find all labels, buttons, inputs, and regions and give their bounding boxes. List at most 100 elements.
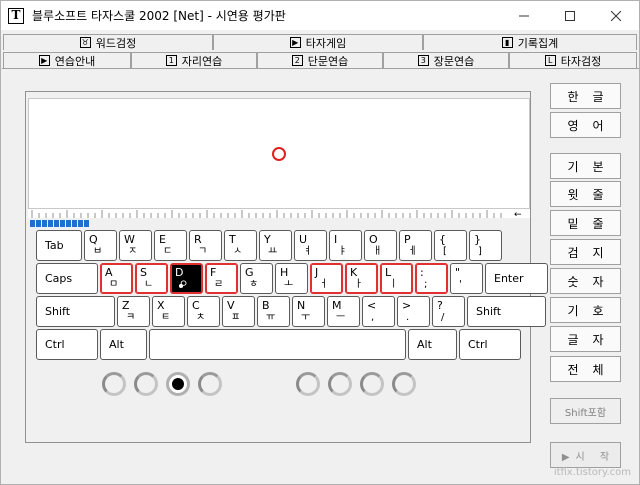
key-label-ko: ] [478, 246, 482, 257]
tab-short-practice[interactable]: 2 단문연습 [257, 52, 383, 68]
key-f: Fㄹ [205, 263, 238, 294]
tab-label: 단문연습 [307, 54, 349, 68]
progress-segment [42, 220, 47, 227]
key-label: Alt [109, 338, 124, 351]
key-a: Aㅁ [100, 263, 133, 294]
tab-short-practice-icon: 2 [291, 55, 303, 66]
alt-key: Alt [408, 329, 457, 360]
tab-label: 장문연습 [433, 54, 475, 68]
tab-position-practice-icon: 1 [165, 55, 177, 66]
app-icon: T [8, 7, 24, 24]
tab-long-practice[interactable]: 3 장문연습 [383, 52, 509, 68]
key-label-en: I [334, 233, 338, 246]
key-m: Mㅡ [327, 296, 360, 327]
key-label: Tab [45, 239, 64, 252]
ruler: ← [28, 209, 530, 218]
tab-position-practice[interactable]: 1 자리연습 [131, 52, 257, 68]
key-e: Eㄷ [154, 230, 187, 261]
symbol-button[interactable]: 기호 [550, 297, 621, 323]
letter-button[interactable]: 글자 [550, 326, 621, 352]
ctrl-key: Ctrl [36, 329, 98, 360]
tab-row-bottom: ▶ 연습안내 1 자리연습 2 단문연습 3 장문연습 L 타자검정 [3, 52, 637, 68]
key-k: Kㅏ [345, 263, 378, 294]
tab-long-practice-icon: 3 [417, 55, 429, 66]
start-button[interactable]: ▶시 작 [550, 442, 621, 468]
tab-word-test[interactable]: ♉ 워드검정 [3, 34, 213, 50]
top-row-button[interactable]: 윗줄 [550, 181, 621, 207]
key-r: Rㄱ [189, 230, 222, 261]
key-g: Gㅎ [240, 263, 273, 294]
tab-typing-game-icon: ▶ [289, 37, 301, 48]
key-label-ko: ㅜ [301, 312, 311, 323]
tab-label: 연습안내 [54, 54, 96, 68]
key-symbol: " ' [450, 263, 483, 294]
tab-typing-game[interactable]: ▶ 타자게임 [213, 34, 423, 50]
key-t: Tㅅ [224, 230, 257, 261]
maximize-button[interactable] [547, 1, 593, 30]
tab-label: 타자검정 [560, 54, 602, 68]
key-s: Sㄴ [135, 263, 168, 294]
text-display [28, 98, 530, 209]
key-label: Alt [417, 338, 432, 351]
key-label-ko: / [441, 312, 445, 323]
include-shift-button[interactable]: Shift포함 [550, 398, 621, 424]
key-label-ko: ㄷ [163, 246, 173, 257]
progress-segment [72, 220, 77, 227]
key-label-ko: ㅅ [233, 246, 243, 257]
key-label-ko: ㅐ [373, 246, 383, 257]
key-x: Xㅌ [152, 296, 185, 327]
tab-practice-guide[interactable]: ▶ 연습안내 [3, 52, 131, 68]
key-label: Ctrl [45, 338, 65, 351]
basic-row-button[interactable]: 기본 [550, 153, 621, 179]
key-symbol: <, [362, 296, 395, 327]
key-symbol: :; [415, 263, 448, 294]
caps-key: Caps [36, 263, 98, 294]
practice-area: ← Tab Q ㅂ W ㅈ E ㄷ R ㄱ T ㅅ Y ㅛ U ㅕ I ㅑ O ㅐ P ㅔ{[}] Caps A ㅁ S ㄴ D ㅇ F… [25, 91, 548, 443]
close-button[interactable] [593, 1, 639, 30]
progress-segment [54, 220, 59, 227]
progress-segment [30, 220, 35, 227]
tab-word-test-icon: ♉ [79, 37, 91, 48]
key-label: Shift [476, 305, 502, 318]
key-symbol: >. [397, 296, 430, 327]
key-label-ko: ㅕ [303, 246, 313, 257]
ctrl-key: Ctrl [459, 329, 521, 360]
bottom-row-button[interactable]: 밑줄 [550, 210, 621, 236]
progress-segment [36, 220, 41, 227]
shift-key: Shift [36, 296, 115, 327]
key-label-ko: ㅏ [354, 279, 364, 290]
tab-records[interactable]: ▮ 기록집계 [423, 34, 637, 50]
key-label-ko: ㅈ [128, 246, 138, 257]
key-label-ko: ㅛ [268, 246, 278, 257]
finger-circle-icon [198, 372, 222, 396]
progress-segment [84, 220, 89, 227]
tab-row-top: ♉ 워드검정 ▶ 타자게임 ▮ 기록집계 [3, 34, 637, 50]
key-b: Bㅠ [257, 296, 290, 327]
minimize-icon [519, 15, 529, 16]
key-label-ko: . [406, 312, 410, 323]
key-d: Dㅇ [170, 263, 203, 294]
key-label-en: < [367, 299, 377, 312]
key-label-ko: ㅊ [196, 312, 206, 323]
minimize-button[interactable] [501, 1, 547, 30]
tab-typing-test[interactable]: L 타자검정 [509, 52, 637, 68]
key-label-en: " [455, 266, 461, 279]
progress-segment [66, 220, 71, 227]
korean-button[interactable]: 한글 [550, 83, 621, 109]
key-label-ko: ㅂ [93, 246, 103, 257]
finger-circle-icon [102, 372, 126, 396]
key-v: Vㅍ [222, 296, 255, 327]
key-label: Shift [45, 305, 71, 318]
finger-circle-icon [296, 372, 320, 396]
key-u: Uㅕ [294, 230, 327, 261]
key-label-ko: ㄱ [198, 246, 208, 257]
number-row-button[interactable]: 숫자 [550, 268, 621, 294]
key-label-ko: ㅌ [161, 312, 171, 323]
key-label-ko: ㅠ [266, 312, 276, 323]
enter-key: Enter [485, 263, 548, 294]
index-finger-button[interactable]: 검지 [550, 239, 621, 265]
english-button[interactable]: 영어 [550, 112, 621, 138]
tab-practice-guide-icon: ▶ [38, 55, 50, 66]
key-q: Qㅂ [84, 230, 117, 261]
all-button[interactable]: 전체 [550, 356, 621, 382]
